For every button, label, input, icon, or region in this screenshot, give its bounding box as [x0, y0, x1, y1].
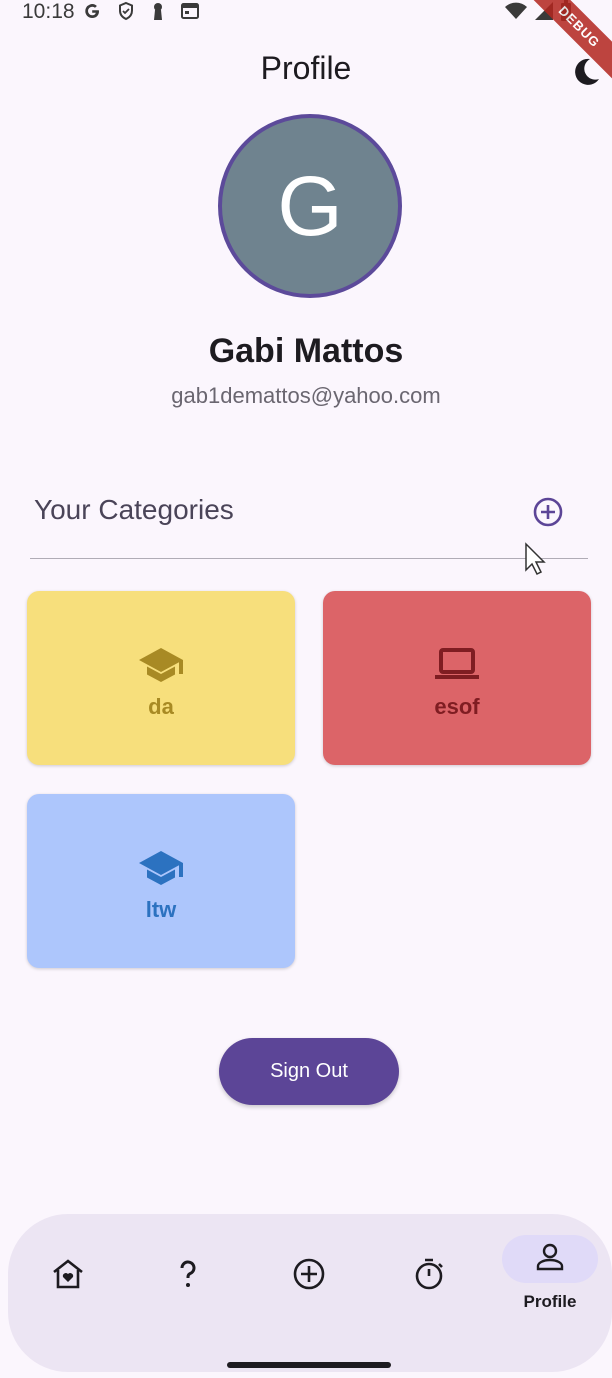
category-card-da[interactable]: da [27, 591, 295, 765]
nav-item-profile[interactable] [502, 1235, 598, 1283]
category-card-esof[interactable]: esof [323, 591, 591, 765]
nav-item-help[interactable] [168, 1256, 208, 1296]
timer-icon [411, 1256, 447, 1297]
home-heart-icon [50, 1256, 86, 1297]
avatar: G [218, 114, 402, 298]
school-icon [137, 843, 185, 891]
shield-icon [116, 1, 136, 21]
category-label: da [148, 694, 174, 719]
profile-screen: 10:18 DEBUG Profile G Gabi Mattos gab1de… [0, 0, 612, 1378]
nav-profile-label: Profile [523, 1292, 577, 1311]
mouse-cursor-icon [524, 542, 546, 576]
add-circle-icon [291, 1256, 327, 1297]
nav-item-timer[interactable] [409, 1256, 449, 1296]
nav-item-home[interactable] [48, 1256, 88, 1296]
person-icon [534, 1241, 566, 1278]
divider [30, 558, 588, 559]
add-category-button[interactable] [532, 496, 564, 528]
category-label: ltw [145, 897, 177, 922]
category-label: esof [434, 694, 480, 719]
theme-toggle-button[interactable] [570, 56, 602, 88]
calendar-icon [180, 1, 200, 21]
laptop-icon [433, 640, 481, 688]
add-circle-icon [532, 497, 564, 532]
status-bar: 10:18 [0, 0, 612, 28]
school-icon [137, 640, 185, 688]
nav-item-add[interactable] [289, 1256, 329, 1296]
wifi-icon [504, 1, 528, 26]
moon-icon [570, 58, 602, 92]
google-icon [82, 1, 102, 21]
categories-title: Your Categories [34, 494, 234, 525]
user-name: Gabi Mattos [208, 332, 404, 370]
question-icon [170, 1256, 206, 1297]
home-indicator[interactable] [227, 1362, 391, 1368]
sign-out-button[interactable]: Sign Out [219, 1038, 399, 1105]
user-email: gab1demattos@yahoo.com [171, 383, 441, 408]
page-title: Profile [260, 50, 352, 86]
status-time: 10:18 [22, 0, 75, 23]
status-icons-left [82, 1, 200, 21]
keyhole-icon [150, 1, 166, 21]
category-card-ltw[interactable]: ltw [27, 794, 295, 968]
